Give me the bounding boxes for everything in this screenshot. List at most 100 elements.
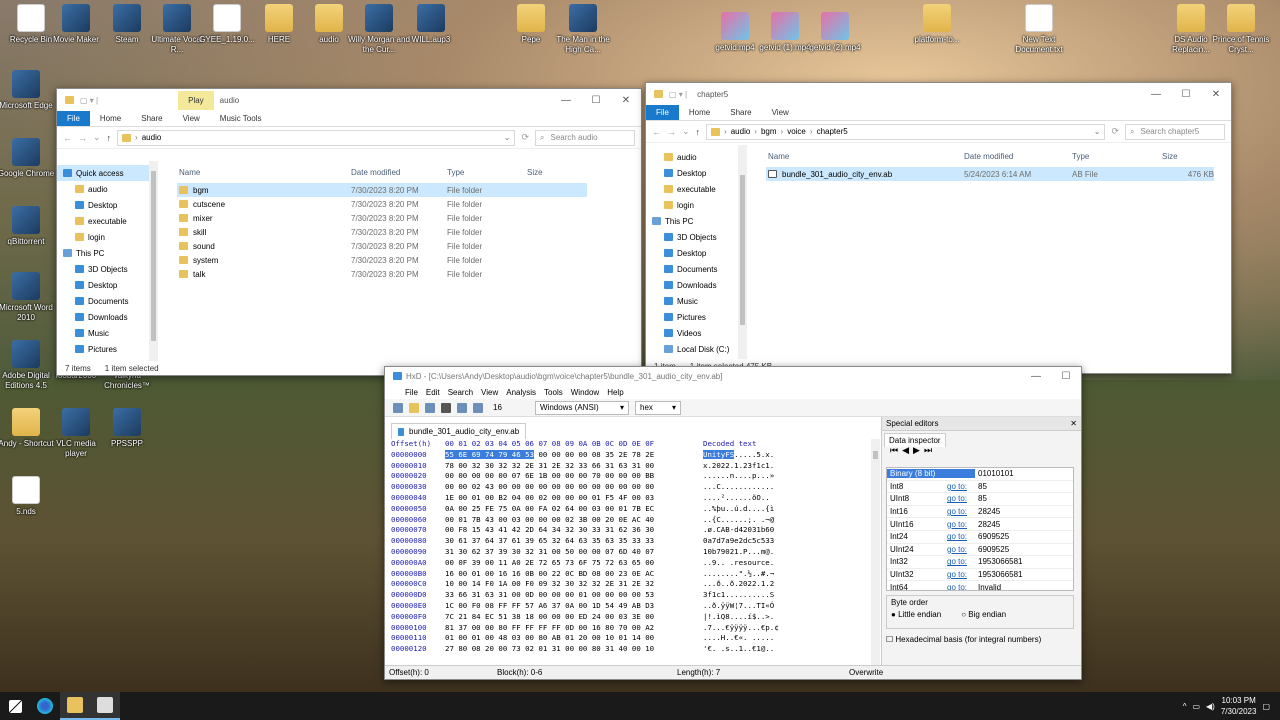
ribbon-tab-view[interactable]: View (762, 105, 799, 120)
ribbon-tab-share[interactable]: Share (720, 105, 761, 120)
inspector-row[interactable]: UInt8 go to: 85 (887, 493, 1073, 506)
desktop-icon[interactable]: Google Chrome (0, 138, 57, 179)
goto-link[interactable]: go to: (947, 482, 975, 491)
goto-link[interactable]: go to: (947, 507, 975, 516)
decoded-text[interactable]: UnityFS.....5.x. (703, 449, 803, 461)
hex-bytes[interactable]: 16 00 01 00 16 16 0B 00 22 0C BD 08 00 2… (445, 569, 703, 580)
ribbon-tab-home[interactable]: Home (679, 105, 720, 120)
decoded-text[interactable]: ..{C......;. .¬@ (703, 515, 803, 526)
goto-link[interactable]: go to: (947, 494, 975, 503)
explorer-window-chapter5[interactable]: ▢ ▾ | chapter5 — ☐ ✕ File Home Share View ←… (645, 82, 1232, 374)
hxd-window[interactable]: HxD - [C:\Users\Andy\Desktop\audio\bgm\v… (384, 366, 1082, 680)
nav-item[interactable]: 3D Objects (646, 229, 745, 245)
chevron-down-icon[interactable]: ⌄ (1094, 127, 1101, 136)
nav-item[interactable]: audio (57, 181, 156, 197)
nav-item[interactable]: 3D Objects (57, 261, 156, 277)
decoded-text[interactable]: .7...€ÿÿÿÿ...€p.¢ (703, 623, 803, 634)
nav-item[interactable]: Music (57, 325, 156, 341)
hex-bytes[interactable]: 7C 21 84 EC 51 38 18 00 00 00 ED 24 00 0… (445, 612, 703, 623)
hex-scrollbar[interactable] (871, 439, 880, 665)
search-input[interactable]: ⌕ Search chapter5 (1125, 123, 1225, 140)
nav-item[interactable]: executable (57, 213, 156, 229)
menu-window[interactable]: Window (571, 388, 599, 397)
menu-edit[interactable]: Edit (426, 388, 440, 397)
hex-bytes[interactable]: 00 F8 15 43 41 42 2D 64 34 32 30 33 31 6… (445, 525, 703, 536)
col-name[interactable]: Name (177, 168, 351, 177)
goto-link[interactable]: go to: (947, 583, 975, 590)
new-file-icon[interactable] (393, 402, 403, 413)
nav-item[interactable]: executable (646, 181, 745, 197)
decoded-text[interactable]: x.2022.1.23f1c1. (703, 461, 803, 472)
up-icon[interactable]: ↑ (696, 127, 701, 137)
file-row[interactable]: bgm 7/30/2023 8:20 PM File folder (177, 183, 587, 197)
refresh-icon[interactable]: ⟳ (1111, 126, 1119, 137)
ribbon-tab-file[interactable]: File (646, 105, 679, 120)
nav-item[interactable]: Music (646, 293, 745, 309)
decoded-text[interactable]: ....H..€«. ..... (703, 633, 803, 644)
col-name[interactable]: Name (766, 152, 964, 161)
col-size[interactable]: Size (1162, 152, 1214, 161)
inspector-row[interactable]: Int32 go to: 1953066581 (887, 556, 1073, 569)
ribbon-tab-share[interactable]: Share (131, 111, 172, 126)
scrollbar-thumb[interactable] (873, 451, 878, 459)
inspector-row[interactable]: Int64 go to: Invalid (887, 581, 1073, 590)
scrollbar-thumb[interactable] (151, 171, 156, 341)
hex-bytes[interactable]: 78 00 32 30 32 32 2E 31 2E 32 33 66 31 6… (445, 461, 703, 472)
display-mode-select[interactable]: hex ▾ (635, 400, 681, 415)
big-endian-radio[interactable]: ○ Big endian (961, 610, 1006, 619)
breadcrumb-item[interactable]: bgm (761, 127, 777, 136)
col-size[interactable]: Size (527, 168, 587, 177)
nav-item[interactable]: login (646, 197, 745, 213)
inspector-row[interactable]: Int24 go to: 6909525 (887, 531, 1073, 544)
hex-bytes[interactable]: 1C 00 F0 08 FF FF 57 A6 37 0A 00 1D 54 4… (445, 601, 703, 612)
file-row[interactable]: sound 7/30/2023 8:20 PM File folder (177, 239, 587, 253)
nav-item[interactable]: Desktop (57, 277, 156, 293)
hex-bytes[interactable]: 01 00 01 00 48 03 00 80 AB 01 20 00 10 0… (445, 633, 703, 644)
decoded-text[interactable]: ..ð.ÿÿW¦7...TI«Ó (703, 601, 803, 612)
start-button[interactable] (0, 692, 30, 720)
chevron-down-icon[interactable]: ⌄ (504, 133, 511, 142)
file-row[interactable]: system 7/30/2023 8:20 PM File folder (177, 253, 587, 267)
close-icon[interactable]: ✕ (1070, 419, 1077, 428)
desktop-icon[interactable]: WILL.aup3 (400, 4, 462, 45)
hex-bytes[interactable]: 1E 00 01 00 B2 04 00 02 00 00 00 01 F5 4… (445, 493, 703, 504)
taskbar-file-explorer[interactable] (60, 692, 90, 720)
menu-analysis[interactable]: Analysis (506, 388, 536, 397)
nav-item[interactable]: Desktop (57, 197, 156, 213)
decoded-text[interactable]: 3f1c1..........S (703, 590, 803, 601)
minimize-icon[interactable]: — (551, 95, 581, 106)
desktop-icon[interactable]: qBittorrent (0, 206, 57, 247)
explorer-chapter5-titlebar[interactable]: ▢ ▾ | chapter5 — ☐ ✕ (646, 83, 1231, 105)
nav-item[interactable]: Pictures (57, 341, 156, 357)
decoded-text[interactable]: ..%þu..ú.d....{ì (703, 504, 803, 515)
forward-icon[interactable]: → (78, 133, 87, 143)
decoded-text[interactable]: ........".½..#.¬ (703, 569, 803, 580)
nav-item[interactable]: Desktop (646, 165, 745, 181)
desktop-icon[interactable]: Prince of Tennis Cryst... (1210, 4, 1272, 55)
maximize-icon[interactable]: ☐ (1051, 371, 1081, 382)
col-type[interactable]: Type (447, 168, 527, 177)
recent-chevron-icon[interactable]: ⌄ (682, 126, 690, 137)
hex-bytes[interactable]: 33 66 31 63 31 00 0D 00 00 00 01 00 00 0… (445, 590, 703, 601)
nav-item[interactable]: Downloads (57, 309, 156, 325)
decoded-text[interactable]: '€. .s..1..€1@.. (703, 644, 803, 655)
desktop-icon[interactable]: New Text Document.txt (1008, 4, 1070, 55)
taskbar-hxd[interactable] (90, 692, 120, 720)
explorer-window-audio[interactable]: ▢ ▾ | Play audio — ☐ ✕ File Home Share View… (56, 88, 642, 376)
inspector-row[interactable]: Binary (8 bit) 01010101 (887, 468, 1073, 481)
breadcrumb-item[interactable]: audio (731, 127, 751, 136)
goto-link[interactable]: go to: (947, 570, 975, 579)
menu-view[interactable]: View (481, 388, 498, 397)
desktop-icon[interactable]: 5.nds (0, 476, 57, 517)
menu-file[interactable]: File (405, 388, 418, 397)
ribbon-tab-view[interactable]: View (173, 111, 210, 126)
nav-item[interactable]: audio (646, 149, 745, 165)
goto-link[interactable]: go to: (947, 532, 975, 541)
nav-item[interactable]: This PC (646, 213, 745, 229)
next-icon[interactable]: ▶ (913, 445, 924, 455)
minimize-icon[interactable]: — (1141, 89, 1171, 100)
play-contextual-tab[interactable]: Play (178, 90, 214, 110)
goto-link[interactable]: go to: (947, 545, 975, 554)
inspector-row[interactable]: Int16 go to: 28245 (887, 506, 1073, 519)
address-path[interactable]: › audio › bgm › voice › chapter5 ⌄ (706, 123, 1106, 140)
